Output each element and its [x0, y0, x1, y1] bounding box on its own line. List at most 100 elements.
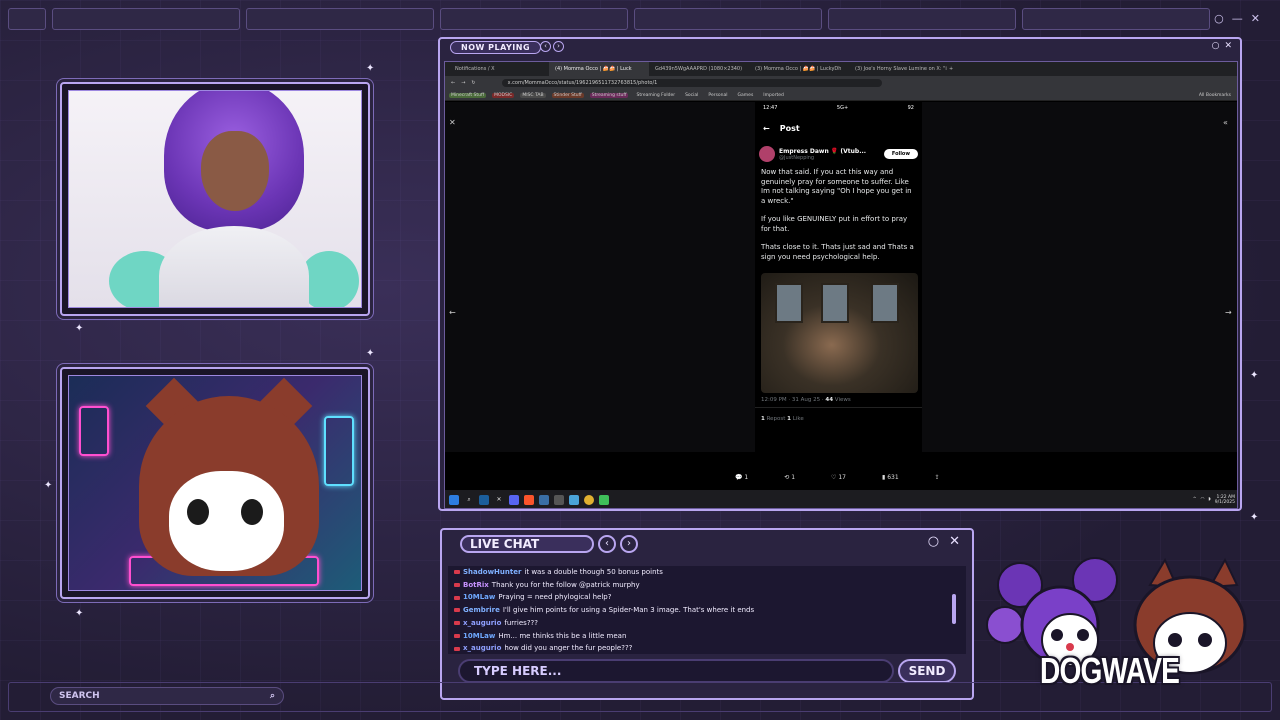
close-icon[interactable]: ✕	[949, 534, 960, 549]
follow-button: Follow	[883, 149, 918, 159]
bookmark[interactable]: Games	[736, 93, 756, 98]
chrome-icon[interactable]	[584, 494, 594, 505]
arrow-right-icon[interactable]: →	[1225, 308, 1232, 317]
discord-icon[interactable]	[509, 494, 519, 505]
post-views-count: 44	[825, 397, 834, 403]
post-paragraph: If you like GENUINELY put in effort to p…	[761, 215, 908, 233]
clock[interactable]: 1:22 AM 9/1/2025	[1215, 495, 1235, 505]
collapse-icon[interactable]: «	[1223, 118, 1228, 127]
author-name: Empress Dawn 🌹 (Vtub...	[779, 147, 867, 155]
search-icon: ⌕	[269, 691, 275, 701]
chat-messages: ShadowHunter it was a double though 50 bo…	[448, 566, 966, 654]
like-action[interactable]: ♡ 17	[831, 474, 846, 481]
windows-start-icon[interactable]	[449, 494, 459, 505]
post-body: Now that said. If you act this way and g…	[755, 166, 922, 273]
vtuber-avatar-2	[68, 375, 362, 591]
reload-icon[interactable]: ↻	[471, 80, 475, 86]
gem-icon[interactable]	[599, 494, 609, 505]
repost-label: Repost	[766, 416, 786, 422]
back-arrow-icon: ←	[763, 123, 770, 133]
browser-tab[interactable]: (3) Joe's Horny Slave Lumine on X: "i	[849, 62, 949, 76]
chat-username: BotRix	[463, 580, 489, 589]
post-header-title: Post	[779, 123, 800, 133]
heart-icon: ♡	[831, 474, 837, 481]
browser-tab[interactable]: (3) Momma Occo | 🍰🍰 | LuckyDh	[749, 62, 849, 76]
views-action[interactable]: ▮ 631	[882, 474, 899, 481]
chevron-right-icon[interactable]: ›	[620, 535, 638, 553]
sparkle-icon: ✦	[75, 608, 84, 619]
now-playing-controls: ○ ✕	[1212, 41, 1232, 51]
image-window-decor	[775, 283, 803, 323]
top-bar-segment	[52, 8, 240, 30]
wifi-icon[interactable]: ◠	[1200, 497, 1204, 502]
search-icon[interactable]: ⌕	[464, 495, 474, 505]
browser-tab-active[interactable]: (4) Momma Occo | 🍰🍰 | Luck	[549, 62, 649, 76]
chat-username: x_augurio	[463, 644, 502, 653]
chat-scrollbar[interactable]	[952, 594, 956, 624]
photo-actions-bar: 💬 1 ⟲ 1 ♡ 17 ▮ 631 ⇪	[735, 474, 940, 481]
phone-icon[interactable]	[569, 494, 579, 505]
sparkle-icon: ✦	[366, 348, 375, 359]
top-bar-segment	[1022, 8, 1210, 30]
back-icon[interactable]: ←	[451, 80, 455, 86]
post-author-row: Empress Dawn 🌹 (Vtub... @JustNepping Fol…	[755, 142, 922, 166]
forward-icon[interactable]: →	[461, 80, 465, 86]
platform-badge-icon	[454, 608, 460, 613]
share-icon[interactable]: ⇪	[935, 474, 940, 481]
search-input[interactable]: SEARCH ⌕	[50, 687, 284, 705]
chat-message: x_augurio furries???	[454, 617, 960, 630]
phone-screenshot-post: 12:47 5G+ 92 ← Post Empress Dawn 🌹 (Vtub…	[755, 102, 922, 464]
image-window-decor	[821, 283, 849, 323]
bookmark[interactable]: Personal	[706, 93, 729, 98]
bookmark[interactable]: Streaming Folder	[634, 93, 677, 98]
bookmark[interactable]: MISC TAB	[520, 92, 546, 98]
browser-tab[interactable]: Gd439n5WgAAAPRD (1080×2340)	[649, 62, 749, 76]
bookmark[interactable]: Streaming stuff	[589, 92, 629, 98]
bookmark[interactable]: Minecraft Stuff	[449, 92, 487, 98]
bookmark[interactable]: MODSIC	[492, 92, 515, 98]
views-count: 631	[887, 474, 899, 481]
all-bookmarks[interactable]: All Bookmarks	[1197, 93, 1233, 98]
reply-count: 1	[744, 474, 749, 481]
steam-icon[interactable]	[479, 494, 489, 505]
chat-input[interactable]: TYPE HERE...	[458, 659, 894, 683]
minimize-icon[interactable]: ○	[1212, 41, 1220, 51]
phone-status-bar: 12:47 5G+ 92	[755, 102, 922, 114]
minimize-icon[interactable]: ○	[928, 534, 939, 549]
close-icon[interactable]: ✕	[1224, 41, 1232, 51]
browser-tab[interactable]: Notifications / X	[449, 62, 549, 76]
bookmark[interactable]: Imported	[761, 93, 786, 98]
post-paragraph: Now that said. If you act this way and g…	[761, 168, 912, 205]
x-app-icon[interactable]	[554, 494, 564, 505]
repost-action[interactable]: ⟲ 1	[784, 474, 795, 481]
reply-action[interactable]: 💬 1	[735, 474, 748, 481]
volume-icon[interactable]: ◗	[1208, 497, 1210, 502]
url-field[interactable]: x.com/MommaOcco/status/19621965117327638…	[501, 79, 882, 87]
bookmark[interactable]: Social	[683, 93, 700, 98]
close-icon[interactable]: ✕	[449, 118, 456, 127]
brave-icon[interactable]	[524, 494, 534, 505]
minimize-icon[interactable]: ○	[1214, 12, 1224, 25]
tool-icon[interactable]: ✕	[494, 495, 504, 505]
tray-chevron-icon[interactable]: ^	[1193, 497, 1197, 502]
chat-text: furries???	[504, 618, 538, 627]
maximize-icon[interactable]: —	[1232, 12, 1243, 25]
reply-icon: 💬	[735, 474, 743, 481]
chevron-left-icon[interactable]: ‹	[540, 41, 551, 52]
windows-taskbar: ⌕ ✕ ^ ◠ ◗ 1:22 AM 9/1/2025	[445, 490, 1237, 508]
platform-badge-icon	[454, 646, 460, 651]
avatar	[759, 146, 775, 162]
neon-decor	[79, 406, 109, 456]
avatar-body	[159, 226, 309, 307]
close-icon[interactable]: ✕	[1251, 12, 1260, 25]
shield-icon[interactable]	[539, 494, 549, 505]
top-bar-segment	[8, 8, 46, 30]
send-button[interactable]: SEND	[898, 659, 956, 683]
chevron-left-icon[interactable]: ‹	[598, 535, 616, 553]
chevron-right-icon[interactable]: ›	[553, 41, 564, 52]
chat-text: Hm... me thinks this be a little mean	[498, 631, 627, 640]
new-tab-icon[interactable]: +	[949, 66, 953, 72]
bookmark[interactable]: Stinder Stuff	[551, 92, 584, 98]
live-chat-window: LIVE CHAT ‹ › ○ ✕ ShadowHunter it was a d…	[440, 528, 974, 700]
arrow-left-icon[interactable]: ←	[449, 308, 456, 317]
